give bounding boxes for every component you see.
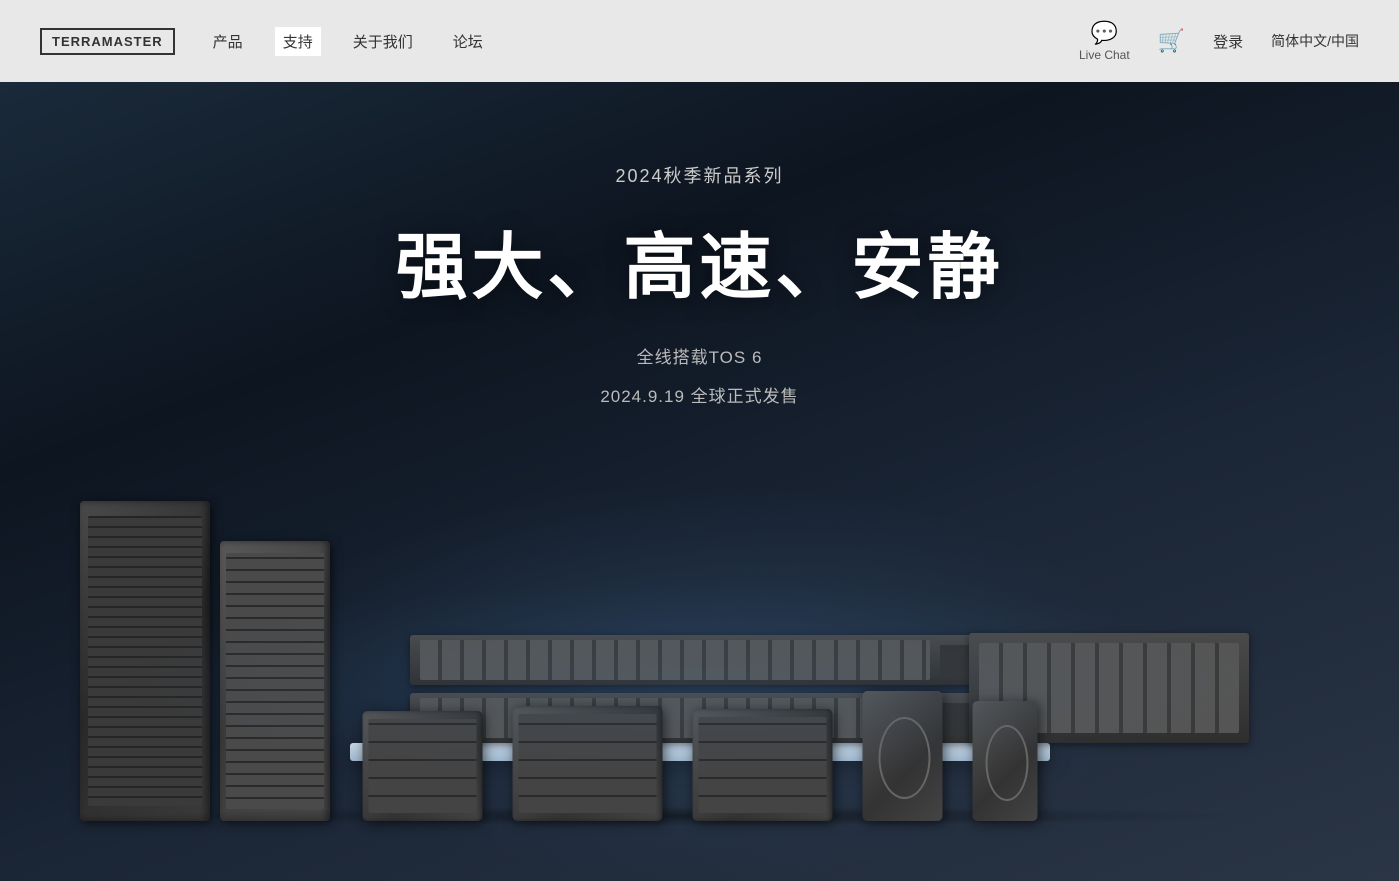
navbar: TERRAMASTER 产品 支持 关于我们 论坛 💬 Live Chat 🛒 … (0, 0, 1399, 82)
nav-products[interactable]: 产品 (205, 27, 251, 56)
nav-about[interactable]: 关于我们 (345, 27, 421, 56)
nas-row (362, 691, 1037, 821)
product-nas-tower-xs (972, 701, 1037, 821)
nav-support[interactable]: 支持 (275, 27, 321, 56)
logo[interactable]: TERRAMASTER (40, 28, 175, 55)
hero-series-label: 2024秋季新品系列 (395, 162, 1003, 188)
hero-release-date: 2024.9.19 全球正式发售 (395, 382, 1003, 407)
hero-tos-label: 全线搭载TOS 6 (395, 343, 1003, 368)
hero-section: 2024秋季新品系列 强大、高速、安静 全线搭载TOS 6 2024.9.19 … (0, 82, 1399, 881)
navbar-left: TERRAMASTER 产品 支持 关于我们 论坛 (40, 27, 491, 56)
cart-icon[interactable]: 🛒 (1158, 28, 1185, 54)
nav-forum[interactable]: 论坛 (445, 27, 491, 56)
product-nas-tower-small (862, 691, 942, 821)
nav-links: 产品 支持 关于我们 论坛 (205, 27, 491, 56)
product-tower-medium (220, 541, 330, 821)
chat-icon: 💬 (1091, 20, 1118, 46)
hero-text: 2024秋季新品系列 强大、高速、安静 全线搭载TOS 6 2024.9.19 … (395, 82, 1003, 407)
hero-title: 强大、高速、安静 (395, 208, 1003, 313)
product-nas-3bay (362, 711, 482, 821)
product-tower-large (80, 501, 210, 821)
rack-unit-top (410, 635, 990, 685)
live-chat-label: Live Chat (1079, 48, 1130, 62)
live-chat-button[interactable]: 💬 Live Chat (1079, 20, 1130, 62)
products-display (0, 461, 1399, 881)
login-button[interactable]: 登录 (1213, 31, 1243, 52)
product-nas-4bay (692, 709, 832, 821)
navbar-right: 💬 Live Chat 🛒 登录 简体中文/中国 (1079, 20, 1359, 62)
language-selector[interactable]: 简体中文/中国 (1271, 31, 1359, 51)
product-nas-5bay (512, 706, 662, 821)
